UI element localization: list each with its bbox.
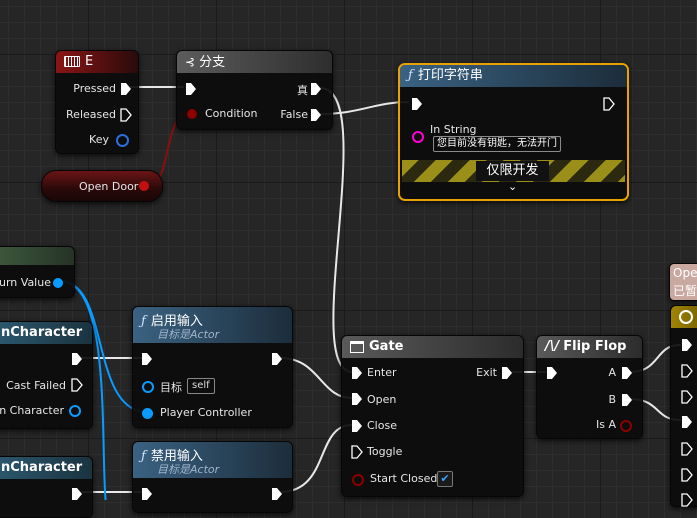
pin-label: Open xyxy=(367,393,397,406)
expand-chevron-icon[interactable]: ⌄ xyxy=(508,180,517,193)
struct-pin-key[interactable] xyxy=(116,134,129,147)
pin-label: Close xyxy=(367,419,397,432)
pin-label: on Character xyxy=(0,404,64,417)
object-pin-player-controller[interactable] xyxy=(142,408,153,419)
keyboard-icon xyxy=(64,56,80,67)
exec-wire xyxy=(319,87,353,373)
node-title: nCharacter xyxy=(1,325,83,340)
node-header: ƒ 禁用输入 目标是Actor xyxy=(133,442,292,478)
node-header: nCharacter xyxy=(0,457,92,479)
node-title: 启用输入 xyxy=(150,314,203,329)
function-icon: ƒ xyxy=(141,449,146,464)
pin-label: In String xyxy=(430,123,477,136)
pin-label: Condition xyxy=(205,107,258,120)
pin-label: 目标 xyxy=(160,381,182,394)
node-header: ⊰ 分支 xyxy=(177,51,332,73)
node-header xyxy=(671,306,697,328)
variable-label: Open Door xyxy=(79,180,139,193)
node-title: 分支 xyxy=(199,55,226,70)
open-door-variable-node[interactable]: Open Door xyxy=(41,170,163,202)
pin-label: Enter xyxy=(367,366,397,379)
bool-pin-is-a[interactable] xyxy=(620,420,632,432)
node-subtitle: 目标是Actor xyxy=(157,463,220,476)
pin-label: Released xyxy=(66,108,116,121)
key-e-event-node[interactable]: E Pressed Released Key xyxy=(55,50,139,154)
pin-label: Cast Failed xyxy=(6,379,66,392)
flip-flop-node[interactable]: /\/Flip Flop A B Is A xyxy=(536,335,643,439)
open-variable-node-partial[interactable]: Ope 已暂 xyxy=(669,263,697,301)
node-title: Flip Flop xyxy=(563,339,627,354)
node-title: nCharacter xyxy=(1,460,83,475)
object-pin-target[interactable] xyxy=(142,381,154,393)
node-title: 禁用输入 xyxy=(150,449,203,464)
node-header: nCharacter xyxy=(0,322,92,344)
pin-label: Toggle xyxy=(367,445,403,458)
string-pin-in-string[interactable] xyxy=(412,131,424,143)
pin-label: Key xyxy=(89,133,109,146)
variable-label: Ope xyxy=(673,266,697,280)
disable-input-node[interactable]: ƒ 禁用输入 目标是Actor xyxy=(132,441,293,513)
timeline-node-partial[interactable] xyxy=(670,305,697,507)
pin-label: A xyxy=(608,366,616,379)
node-subtitle: 目标是Actor xyxy=(157,328,220,341)
branch-node[interactable]: ⊰ 分支 Condition 真 False xyxy=(176,50,333,130)
function-icon: ƒ xyxy=(408,68,413,83)
print-string-node[interactable]: ƒ 打印字符串 In String 您目前没有钥匙，无法开门 仅限开发 ⌄ xyxy=(398,63,629,201)
flipflop-icon: /\/ xyxy=(545,339,560,354)
function-icon: ƒ xyxy=(141,314,146,329)
branch-icon: ⊰ xyxy=(185,55,196,69)
gate-icon xyxy=(350,340,364,353)
node-header: ƒ 启用输入 目标是Actor xyxy=(133,307,292,343)
enable-input-node[interactable]: ƒ 启用输入 目标是Actor 目标 self Player Controller xyxy=(132,306,293,428)
node-header: E xyxy=(56,51,138,73)
cast-to-character-node[interactable]: nCharacter xyxy=(0,456,93,518)
pin-label: Pressed xyxy=(73,82,116,95)
pin-label: Exit xyxy=(476,366,497,379)
cast-to-character-node[interactable]: nCharacter Cast Failed on Character xyxy=(0,321,93,429)
variable-label: 已暂 xyxy=(673,284,697,298)
pin-label: Start Closed xyxy=(370,472,438,485)
in-string-input[interactable]: 您目前没有钥匙，无法开门 xyxy=(433,136,561,152)
object-pin-as-character[interactable] xyxy=(69,405,81,417)
object-pin-return-value[interactable] xyxy=(53,278,63,288)
pin-label: False xyxy=(280,108,308,121)
node-title: Gate xyxy=(369,339,404,354)
return-value-node[interactable]: urn Value xyxy=(0,246,75,298)
bool-pin-start-closed[interactable] xyxy=(352,474,364,486)
pin-label: urn Value xyxy=(0,276,51,289)
node-header: ƒ 打印字符串 xyxy=(400,65,627,87)
exec-wire xyxy=(319,101,409,115)
node-header: /\/Flip Flop xyxy=(537,336,642,358)
clock-icon xyxy=(679,310,693,324)
target-self-field[interactable]: self xyxy=(187,378,215,394)
pin-label: Player Controller xyxy=(160,406,252,419)
node-header xyxy=(0,247,74,265)
bool-pin-output[interactable] xyxy=(139,181,149,191)
start-closed-checkbox[interactable]: ✔ xyxy=(437,471,453,487)
pin-label: 真 xyxy=(297,84,308,97)
development-only-label: 仅限开发 xyxy=(476,161,549,181)
pin-label: B xyxy=(608,393,616,406)
node-header: Gate xyxy=(342,336,523,358)
gate-node[interactable]: Gate Enter Open Close Toggle Start Close… xyxy=(341,335,524,497)
node-title: E xyxy=(85,54,94,69)
bool-pin-condition[interactable] xyxy=(187,109,197,119)
node-title: 打印字符串 xyxy=(417,68,483,83)
pin-label: Is A xyxy=(596,418,616,431)
